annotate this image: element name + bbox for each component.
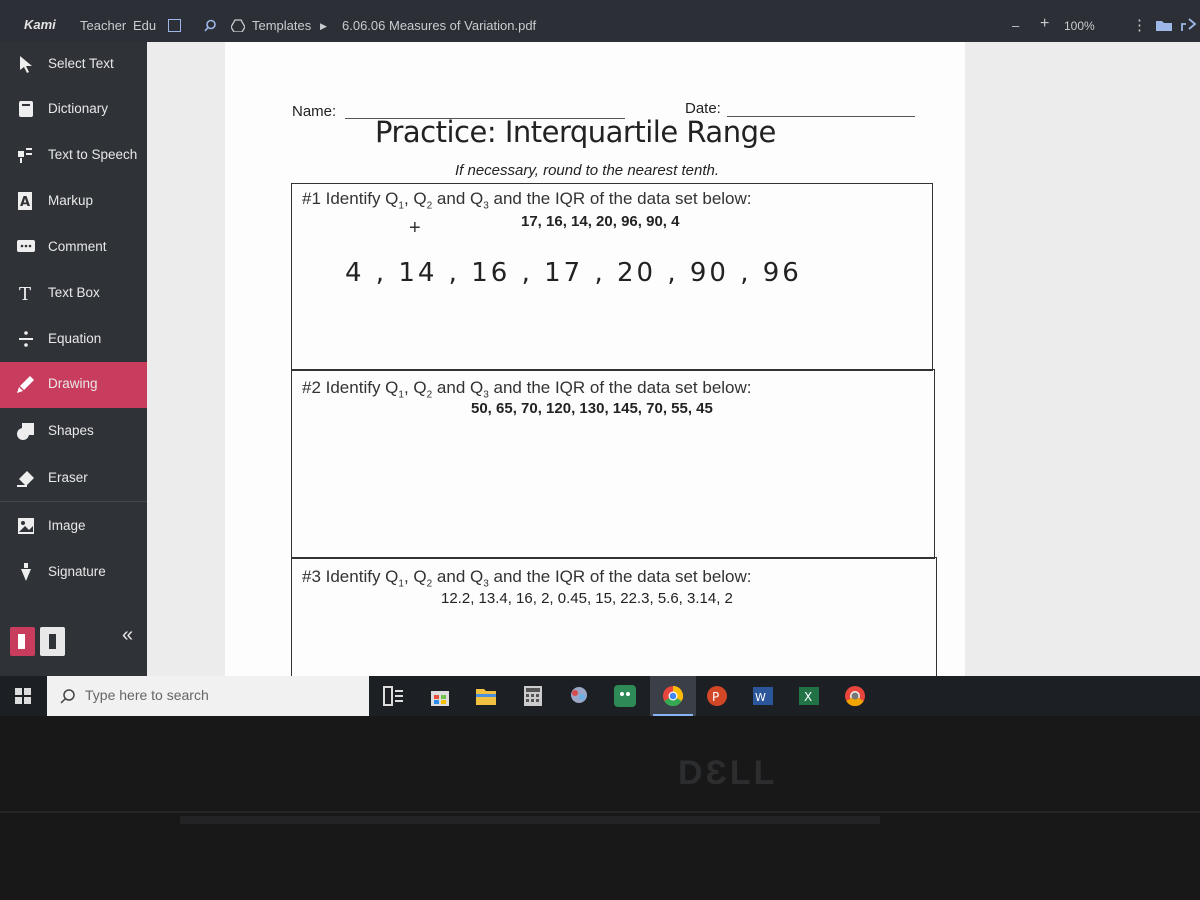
chrome-taskbar-button[interactable] (650, 676, 696, 716)
sidebar-item-label: Select Text (48, 56, 114, 71)
sidebar-divider (0, 501, 147, 502)
network-app-icon[interactable] (567, 684, 591, 708)
text-box-icon: T (19, 284, 31, 303)
sidebar-item-label: Equation (48, 331, 102, 346)
pen-nib-icon (21, 563, 31, 581)
calculator-icon[interactable] (521, 684, 545, 708)
page-title: Practice: Interquartile Range (375, 115, 776, 149)
worksheet-page[interactable]: Name: Date: Practice: Interquartile Rang… (225, 42, 965, 689)
word-icon[interactable]: W (751, 684, 775, 708)
chrome-icon (663, 685, 684, 707)
svg-text:A: A (20, 195, 30, 210)
zoom-in-button[interactable]: + (1040, 15, 1049, 33)
sidebar-item-markup[interactable]: A Markup (0, 179, 147, 223)
breadcrumb-chevron-icon: ▶ (320, 21, 327, 31)
problem-3-data: 12.2, 13.4, 16, 2, 0.45, 15, 22.3, 5.6, … (441, 590, 733, 607)
document-viewer[interactable]: Name: Date: Practice: Interquartile Rang… (147, 42, 1200, 689)
laptop-bezel (0, 716, 1200, 900)
zoom-level[interactable]: 100% (1064, 19, 1095, 33)
sidebar-item-equation[interactable]: Equation (0, 317, 147, 361)
collapse-sidebar-icon[interactable]: « (122, 624, 133, 647)
plan-label: Teacher (80, 18, 127, 33)
sidebar-item-signature[interactable]: Signature (0, 550, 147, 594)
windows-taskbar: Type here to search P W X (0, 676, 1200, 716)
instruction-text: If necessary, round to the nearest tenth… (455, 162, 720, 179)
search-icon (60, 689, 75, 704)
eraser-icon (17, 471, 34, 487)
share-icon[interactable] (1181, 18, 1197, 32)
problem-2-data: 50, 65, 70, 120, 130, 145, 70, 55, 45 (471, 400, 713, 417)
dell-logo: DƐLL (678, 754, 778, 792)
task-view-icon[interactable] (382, 684, 406, 708)
edu-label: Edu (133, 18, 157, 33)
windows-start-icon[interactable] (15, 688, 31, 704)
view-toggle-left-button[interactable] (10, 627, 35, 656)
handwritten-answer: 4 , 14 , 16 , 17 , 20 , 90 , 96 (345, 258, 802, 288)
taskbar-search-box[interactable]: Type here to search (47, 676, 369, 716)
sidebar-item-drawing[interactable]: Drawing (0, 362, 147, 408)
pencil-icon (17, 376, 34, 393)
folder-icon[interactable] (1156, 19, 1172, 31)
shapes-icon (17, 423, 34, 440)
breadcrumb-folder[interactable]: Templates (252, 18, 311, 33)
sidebar-item-dictionary[interactable]: Dictionary (0, 87, 147, 131)
sidebar-item-label: Eraser (48, 470, 88, 485)
view-toggle-right-button[interactable] (40, 627, 65, 656)
name-label: Name: (292, 103, 337, 120)
file-explorer-icon[interactable] (474, 684, 498, 708)
chrome-canary-icon[interactable] (843, 684, 867, 708)
problem-3-prompt: #3 Identify Q1, Q2 and Q3 and the IQR of… (302, 567, 752, 590)
sidebar-item-label: Comment (48, 239, 107, 254)
sidebar-item-eraser[interactable]: Eraser (0, 456, 147, 500)
sidebar-item-image[interactable]: Image (0, 504, 147, 548)
svg-text:W: W (755, 691, 766, 704)
problem-2-prompt: #2 Identify Q1, Q2 and Q3 and the IQR of… (302, 378, 752, 401)
powerpoint-icon[interactable]: P (705, 684, 729, 708)
svg-text:P: P (712, 690, 719, 704)
image-icon (18, 518, 34, 534)
sidebar-item-label: Markup (48, 193, 94, 208)
sidebar-item-label: Shapes (48, 423, 94, 438)
markup-icon: A (18, 192, 32, 210)
sidebar-item-text-box[interactable]: T Text Box (0, 271, 147, 315)
problem-1-data: 17, 16, 14, 20, 96, 90, 4 (521, 213, 680, 230)
file-name[interactable]: 6.06.06 Measures of Variation.pdf (342, 18, 536, 33)
tool-sidebar: Select Text Dictionary Text to Speech A … (0, 42, 147, 676)
search-icon[interactable] (204, 19, 217, 32)
problem-1-prompt: #1 Identify Q1, Q2 and Q3 and the IQR of… (302, 189, 752, 212)
draw-cursor-icon: + (409, 217, 421, 239)
sidebar-item-text-to-speech[interactable]: Text to Speech (0, 133, 147, 177)
sidebar-item-label: Dictionary (48, 101, 109, 116)
kami-logo: Kami (24, 17, 56, 32)
cursor-icon (20, 56, 32, 73)
sidebar-item-label: Text Box (48, 285, 100, 300)
app-toolbar: Kami Teacher Edu Templates ▶ 6.06.06 Mea… (0, 0, 1200, 42)
sidebar-item-label: Signature (48, 564, 106, 579)
search-placeholder: Type here to search (85, 687, 209, 703)
excel-icon[interactable]: X (797, 684, 821, 708)
sidebar-item-select-text[interactable]: Select Text (0, 42, 147, 86)
sidebar-item-label: Text to Speech (48, 147, 138, 162)
sidebar-item-label: Image (48, 518, 86, 533)
more-options-icon[interactable]: ⋮ (1132, 16, 1147, 34)
microsoft-store-icon[interactable] (428, 684, 452, 708)
drive-icon (231, 19, 245, 32)
kami-app-icon[interactable] (613, 684, 637, 708)
book-icon (19, 101, 33, 117)
speech-icon (18, 148, 32, 163)
zoom-out-button[interactable]: – (1012, 18, 1019, 33)
sidebar-item-shapes[interactable]: Shapes (0, 409, 147, 453)
bezel-edge (0, 811, 1200, 813)
sidebar-item-comment[interactable]: Comment (0, 225, 147, 269)
sidebar-toggle-icon[interactable] (168, 19, 181, 32)
divide-icon (19, 331, 33, 347)
svg-text:T: T (19, 284, 31, 303)
sidebar-item-label: Drawing (48, 376, 98, 391)
hinge-vent (180, 816, 880, 824)
comment-icon (17, 240, 35, 252)
svg-text:X: X (804, 690, 812, 704)
